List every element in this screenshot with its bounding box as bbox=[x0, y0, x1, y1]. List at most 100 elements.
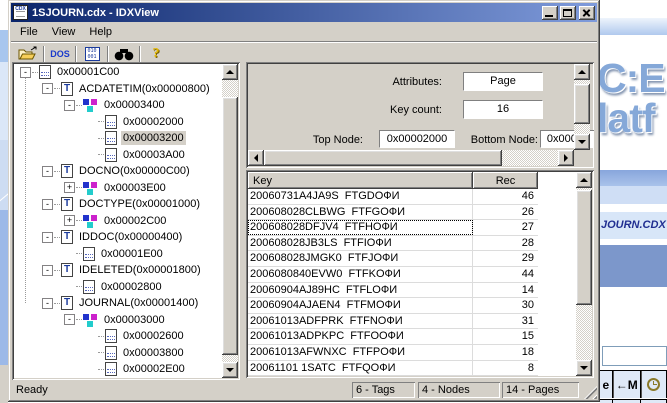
background-toolbar-button-partial[interactable]: e bbox=[600, 371, 613, 398]
collapse-toggle[interactable]: - bbox=[20, 67, 31, 78]
scroll-thumb[interactable] bbox=[574, 84, 590, 124]
rec-cell[interactable]: 30 bbox=[473, 298, 538, 313]
key-cell[interactable]: 200608028JB3LS FTFIOФИ bbox=[248, 236, 473, 251]
tree-item-tag[interactable]: -TDOCTYPE(0x00001000) bbox=[14, 196, 222, 213]
key-cell[interactable]: 200608028JMGK0 FTFJOФИ bbox=[248, 251, 473, 266]
scroll-thumb[interactable] bbox=[576, 190, 592, 305]
scroll-left-button[interactable] bbox=[248, 150, 264, 166]
tree-item-node[interactable]: -0x00003400 bbox=[14, 97, 222, 114]
open-file-button[interactable] bbox=[15, 44, 41, 64]
collapse-toggle[interactable]: - bbox=[42, 83, 53, 94]
table-row[interactable]: 200608028JB3LS FTFIOФИ28 bbox=[248, 236, 538, 252]
collapse-toggle[interactable]: - bbox=[42, 199, 53, 210]
table-row[interactable]: 20060904AJAEN4 FTFMOФИ30 bbox=[248, 298, 538, 314]
title-bar[interactable]: CDX 1SJOURN.cdx - IDXView bbox=[11, 3, 597, 22]
collapse-toggle[interactable]: - bbox=[42, 166, 53, 177]
rec-cell[interactable]: 14 bbox=[473, 283, 538, 298]
table-row[interactable]: 20061013ADFPRK FTFNOФИ31 bbox=[248, 314, 538, 330]
expand-toggle[interactable]: + bbox=[64, 182, 75, 193]
background-back-button[interactable]: ←M bbox=[613, 371, 641, 398]
key-cell[interactable]: 20061101 1SATC FTFQOФИ bbox=[248, 361, 473, 376]
rec-cell[interactable]: 27 bbox=[473, 220, 538, 235]
table-row[interactable]: 20061101 1SATC FTFQOФИ8 bbox=[248, 361, 538, 377]
tree-item-tag[interactable]: -TIDELETED(0x00001800) bbox=[14, 262, 222, 279]
scroll-thumb[interactable] bbox=[222, 97, 238, 355]
close-button[interactable] bbox=[579, 6, 595, 20]
key-cell[interactable]: 200608028DFJV4 FTFHOФИ bbox=[248, 220, 473, 235]
menu-view[interactable]: View bbox=[45, 24, 83, 40]
rec-cell[interactable]: 29 bbox=[473, 251, 538, 266]
scroll-down-button[interactable] bbox=[576, 360, 592, 376]
tree-item-page[interactable]: 0x00002E00 bbox=[14, 361, 222, 378]
details-vertical-scrollbar[interactable] bbox=[574, 64, 590, 150]
tree-item-page[interactable]: 0x00003200 bbox=[14, 130, 222, 147]
resize-grip-icon[interactable] bbox=[584, 386, 597, 399]
find-button[interactable] bbox=[111, 44, 137, 64]
expand-toggle[interactable]: + bbox=[64, 215, 75, 226]
rec-cell[interactable]: 31 bbox=[473, 314, 538, 329]
key-cell[interactable]: 20061013ADPKPC FTFOOФИ bbox=[248, 329, 473, 344]
collapse-toggle[interactable]: - bbox=[64, 314, 75, 325]
table-row[interactable]: 20061013AFWNXC FTFPOФИ18 bbox=[248, 345, 538, 361]
scroll-up-button[interactable] bbox=[222, 64, 238, 80]
tree-item-node[interactable]: -0x00003000 bbox=[14, 312, 222, 329]
tree-item-page[interactable]: 0x00003800 bbox=[14, 345, 222, 362]
column-header-key[interactable]: Key bbox=[248, 172, 473, 189]
scroll-thumb[interactable] bbox=[264, 150, 502, 166]
column-header-rec[interactable]: Rec bbox=[473, 172, 538, 189]
rec-cell[interactable]: 15 bbox=[473, 329, 538, 344]
rec-cell[interactable]: 18 bbox=[473, 345, 538, 360]
table-row[interactable]: 20061013ADPKPC FTFOOФИ15 bbox=[248, 329, 538, 345]
key-cell[interactable]: 20061013AFWNXC FTFPOФИ bbox=[248, 345, 473, 360]
details-horizontal-scrollbar[interactable] bbox=[248, 150, 574, 166]
key-cell[interactable]: 20060904AJ89HC FTFLOФИ bbox=[248, 283, 473, 298]
collapse-toggle[interactable]: - bbox=[42, 265, 53, 276]
dos-view-button[interactable]: DOS bbox=[47, 44, 73, 64]
binary-view-button[interactable]: 010001 bbox=[79, 44, 105, 64]
scroll-down-button[interactable] bbox=[574, 134, 590, 150]
scroll-down-button[interactable] bbox=[222, 362, 238, 378]
table-row[interactable]: 20060731A4JA9S FTGDOФИ46 bbox=[248, 189, 538, 205]
rec-cell[interactable]: 46 bbox=[473, 189, 538, 204]
tree-item-page[interactable]: 0x00001E00 bbox=[14, 246, 222, 263]
key-cell[interactable]: 20060731A4JA9S FTGDOФИ bbox=[248, 189, 473, 204]
scroll-right-button[interactable] bbox=[558, 150, 574, 166]
collapse-toggle[interactable]: - bbox=[42, 232, 53, 243]
scroll-up-button[interactable] bbox=[576, 172, 592, 188]
tree-item-page[interactable]: 0x00002800 bbox=[14, 279, 222, 296]
scroll-up-button[interactable] bbox=[574, 64, 590, 80]
table-row[interactable]: 200608028CLBWG FTFGOФИ26 bbox=[248, 205, 538, 221]
tree-scrollbar[interactable] bbox=[222, 64, 238, 378]
tree-item-page[interactable]: 0x00003A00 bbox=[14, 147, 222, 164]
rec-cell[interactable]: 44 bbox=[473, 267, 538, 282]
rec-cell[interactable]: 8 bbox=[473, 361, 538, 376]
tree-item-tag[interactable]: -TACDATETIM(0x00000800) bbox=[14, 81, 222, 98]
collapse-toggle[interactable]: - bbox=[42, 298, 53, 309]
table-row[interactable]: 2006080840EVW0 FTFKOФИ44 bbox=[248, 267, 538, 283]
table-row[interactable]: 200608028JMGK0 FTFJOФИ29 bbox=[248, 251, 538, 267]
help-button[interactable]: ? bbox=[143, 44, 169, 64]
background-input-field[interactable] bbox=[602, 346, 667, 366]
tree-item-page[interactable]: 0x00002000 bbox=[14, 114, 222, 131]
menu-help[interactable]: Help bbox=[82, 24, 119, 40]
key-cell[interactable]: 20061013ADFPRK FTFNOФИ bbox=[248, 314, 473, 329]
table-row[interactable]: 20060904AJ89HC FTFLOФИ14 bbox=[248, 283, 538, 299]
tree-item-tag[interactable]: -TJOURNAL(0x00001400) bbox=[14, 295, 222, 312]
table-row[interactable]: 200608028DFJV4 FTFHOФИ27 bbox=[248, 220, 538, 236]
key-cell[interactable]: 20060904AJAEN4 FTFMOФИ bbox=[248, 298, 473, 313]
tree-item-node[interactable]: +0x00003E00 bbox=[14, 180, 222, 197]
tree-item-tag[interactable]: -TDOCNO(0x00000C00) bbox=[14, 163, 222, 180]
tree-item-page[interactable]: 0x00002600 bbox=[14, 328, 222, 345]
collapse-toggle[interactable]: - bbox=[64, 100, 75, 111]
maximize-button[interactable] bbox=[560, 6, 576, 20]
menu-file[interactable]: File bbox=[13, 24, 45, 40]
minimize-button[interactable] bbox=[542, 6, 558, 20]
tree-item-node[interactable]: +0x00002C00 bbox=[14, 213, 222, 230]
rec-cell[interactable]: 26 bbox=[473, 205, 538, 220]
key-cell[interactable]: 2006080840EVW0 FTFKOФИ bbox=[248, 267, 473, 282]
key-cell[interactable]: 200608028CLBWG FTFGOФИ bbox=[248, 205, 473, 220]
rec-cell[interactable]: 28 bbox=[473, 236, 538, 251]
tree-item-page[interactable]: -0x00001C00 bbox=[14, 64, 222, 81]
tree-item-tag[interactable]: -TIDDOC(0x00000400) bbox=[14, 229, 222, 246]
background-clock-button[interactable] bbox=[641, 371, 667, 398]
